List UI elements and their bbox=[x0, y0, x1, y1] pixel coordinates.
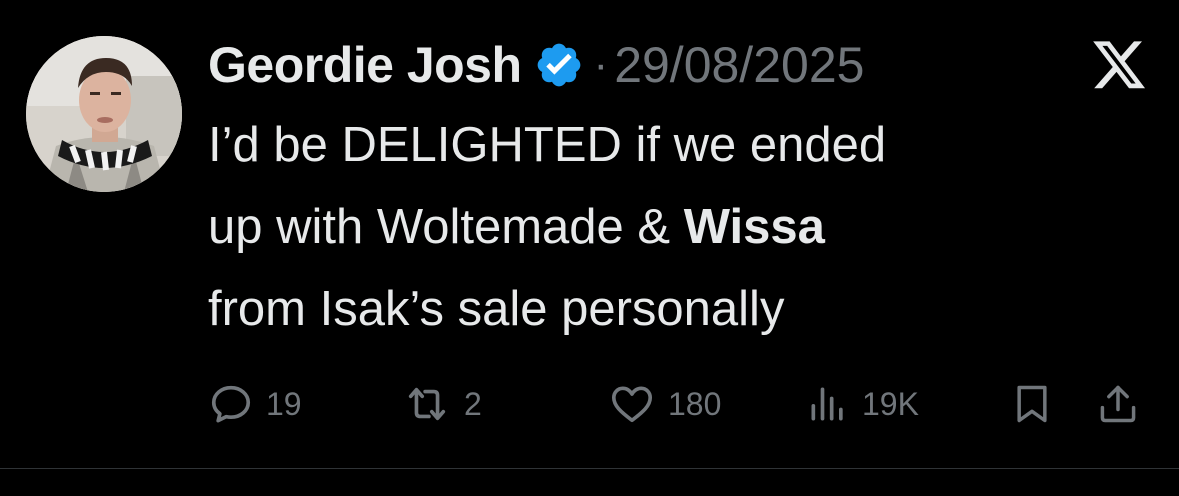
tweet-text: I’d be DELIGHTED if we ended up with Wol… bbox=[208, 104, 1108, 350]
tweet[interactable]: Geordie Josh · 29/08/2025 I’d be DELIGHT… bbox=[0, 0, 1179, 468]
tweet-text-highlight: Wissa bbox=[683, 200, 825, 254]
tweet-actions: 19 2 180 19K bbox=[208, 378, 1158, 430]
tweet-header: Geordie Josh · 29/08/2025 bbox=[208, 36, 864, 94]
avatar-image bbox=[26, 36, 182, 192]
reply-count: 19 bbox=[266, 385, 302, 422]
bar-chart-icon bbox=[806, 381, 850, 427]
like-count: 180 bbox=[668, 385, 722, 422]
tweet-text-line-2: up with Woltemade & Wissa bbox=[208, 186, 1108, 268]
x-logo-icon[interactable] bbox=[1093, 40, 1147, 90]
tweet-date[interactable]: 29/08/2025 bbox=[614, 36, 864, 94]
share-icon bbox=[1096, 380, 1140, 428]
header-separator: · bbox=[593, 40, 609, 89]
views-count: 19K bbox=[862, 385, 919, 422]
avatar[interactable] bbox=[26, 36, 182, 192]
tweet-text-line-3: from Isak’s sale personally bbox=[208, 282, 785, 336]
bookmark-icon bbox=[1010, 380, 1054, 428]
heart-icon bbox=[608, 381, 656, 427]
repost-count: 2 bbox=[464, 385, 482, 422]
repost-button[interactable]: 2 bbox=[402, 378, 482, 430]
tweet-text-line-2-regular: up with Woltemade & bbox=[208, 200, 684, 254]
tweet-text-line-1: I’d be DELIGHTED if we ended bbox=[208, 118, 887, 172]
like-button[interactable]: 180 bbox=[608, 378, 721, 430]
reply-bubble-icon bbox=[208, 381, 254, 427]
reply-button[interactable]: 19 bbox=[208, 378, 302, 430]
repost-icon bbox=[402, 381, 452, 427]
tweet-divider bbox=[0, 468, 1179, 469]
author-name[interactable]: Geordie Josh bbox=[208, 36, 522, 94]
bookmark-button[interactable] bbox=[1010, 378, 1054, 430]
share-button[interactable] bbox=[1096, 378, 1140, 430]
verified-badge-icon[interactable] bbox=[534, 40, 584, 90]
views-button[interactable]: 19K bbox=[806, 378, 919, 430]
